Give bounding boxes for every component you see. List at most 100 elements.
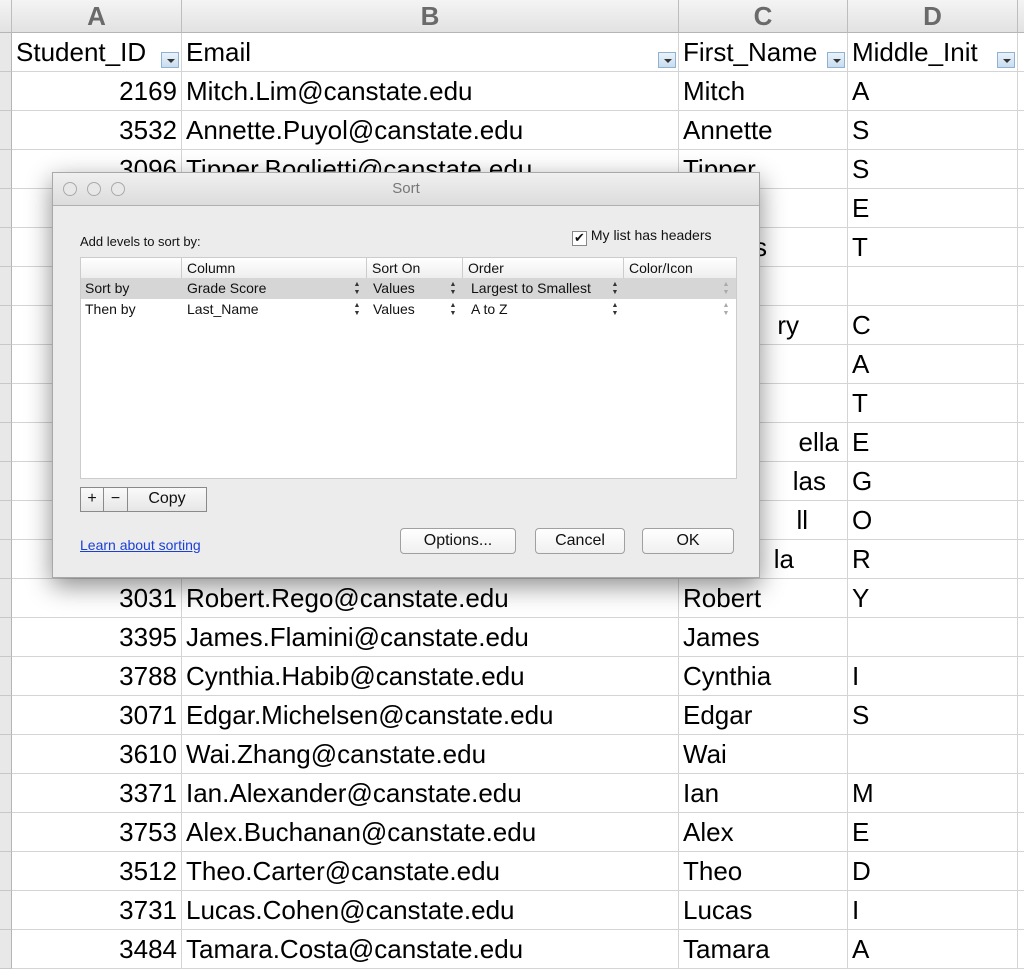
cell[interactable]: Lucas: [679, 891, 848, 930]
sort-level-row[interactable]: Sort by Grade Score Values Largest to Small…: [81, 278, 736, 299]
cell[interactable]: 3484: [12, 930, 182, 969]
row-header[interactable]: [0, 813, 12, 852]
row-header[interactable]: [0, 618, 12, 657]
filter-dropdown-icon[interactable]: [658, 52, 676, 68]
cell[interactable]: [1018, 228, 1024, 267]
cell[interactable]: [1018, 189, 1024, 228]
cell[interactable]: R: [848, 540, 1018, 579]
filter-dropdown-icon[interactable]: [827, 52, 845, 68]
column-header-D[interactable]: D: [848, 0, 1018, 33]
row-header[interactable]: [0, 462, 12, 501]
ok-button[interactable]: OK: [642, 528, 734, 554]
cell[interactable]: 3031: [12, 579, 182, 618]
cell[interactable]: [1018, 72, 1024, 111]
cell[interactable]: Theo: [679, 852, 848, 891]
cell[interactable]: Mitch.Lim@canstate.edu: [182, 72, 679, 111]
cell[interactable]: [1018, 540, 1024, 579]
cell[interactable]: [1018, 891, 1024, 930]
cell[interactable]: E: [848, 813, 1018, 852]
cell[interactable]: S: [848, 111, 1018, 150]
cell[interactable]: Theo.Carter@canstate.edu: [182, 852, 679, 891]
filter-dropdown-icon[interactable]: [997, 52, 1015, 68]
cell[interactable]: 3512: [12, 852, 182, 891]
copy-level-button[interactable]: Copy: [127, 487, 207, 512]
header-cell-D[interactable]: Middle_Init: [848, 33, 1018, 72]
row-header[interactable]: [0, 540, 12, 579]
cell[interactable]: E: [848, 189, 1018, 228]
column-header-A[interactable]: A: [12, 0, 182, 33]
row-header[interactable]: [0, 423, 12, 462]
row-header[interactable]: [0, 72, 12, 111]
row-header[interactable]: [0, 150, 12, 189]
header-cell-C[interactable]: First_Name: [679, 33, 848, 72]
stepper-arrows-icon[interactable]: ▲ ▼: [353, 302, 361, 318]
headers-checkbox[interactable]: ✔ My list has headers: [572, 227, 712, 246]
order-select[interactable]: A to Z: [471, 299, 508, 320]
cell[interactable]: [1018, 267, 1024, 306]
stepper-arrows-icon[interactable]: ▲ ▼: [722, 302, 730, 318]
row-header[interactable]: [0, 267, 12, 306]
row-header[interactable]: [0, 735, 12, 774]
cell[interactable]: [1018, 111, 1024, 150]
header-cell-A[interactable]: Student_ID: [12, 33, 182, 72]
cell[interactable]: Lucas.Cohen@canstate.edu: [182, 891, 679, 930]
cell[interactable]: 2169: [12, 72, 182, 111]
cell[interactable]: [1018, 618, 1024, 657]
cell[interactable]: 3731: [12, 891, 182, 930]
cell[interactable]: [848, 267, 1018, 306]
header-cell-B[interactable]: Email: [182, 33, 679, 72]
row-header[interactable]: [0, 852, 12, 891]
cell[interactable]: [1018, 150, 1024, 189]
cell[interactable]: [1018, 657, 1024, 696]
row-header[interactable]: [0, 891, 12, 930]
cell[interactable]: Ian.Alexander@canstate.edu: [182, 774, 679, 813]
cell[interactable]: E: [848, 423, 1018, 462]
cell[interactable]: [1018, 345, 1024, 384]
column-header-E[interactable]: [1018, 0, 1024, 33]
cell[interactable]: Ian: [679, 774, 848, 813]
cell[interactable]: [1018, 579, 1024, 618]
learn-about-sorting-link[interactable]: Learn about sorting: [80, 537, 201, 553]
filter-dropdown-icon[interactable]: [161, 52, 179, 68]
sort-on-select[interactable]: Values: [373, 299, 415, 320]
row-header[interactable]: [0, 696, 12, 735]
cell[interactable]: Alex.Buchanan@canstate.edu: [182, 813, 679, 852]
column-select[interactable]: Grade Score: [187, 278, 266, 299]
cell[interactable]: James.Flamini@canstate.edu: [182, 618, 679, 657]
cell[interactable]: [848, 735, 1018, 774]
row-header[interactable]: [0, 501, 12, 540]
row-header[interactable]: [0, 306, 12, 345]
cell[interactable]: [848, 618, 1018, 657]
cell[interactable]: [1018, 306, 1024, 345]
cell[interactable]: Cynthia.Habib@canstate.edu: [182, 657, 679, 696]
row-header[interactable]: [0, 111, 12, 150]
select-all-corner[interactable]: [0, 0, 12, 33]
cell[interactable]: Robert.Rego@canstate.edu: [182, 579, 679, 618]
cell[interactable]: Wai: [679, 735, 848, 774]
cell[interactable]: T: [848, 384, 1018, 423]
cell[interactable]: Wai.Zhang@canstate.edu: [182, 735, 679, 774]
cell[interactable]: 3788: [12, 657, 182, 696]
cell[interactable]: S: [848, 150, 1018, 189]
column-select[interactable]: Last_Name: [187, 299, 259, 320]
cell[interactable]: Alex: [679, 813, 848, 852]
column-header-B[interactable]: B: [182, 0, 679, 33]
cell[interactable]: [1018, 852, 1024, 891]
cell[interactable]: [1018, 696, 1024, 735]
cell[interactable]: M: [848, 774, 1018, 813]
options-button[interactable]: Options...: [400, 528, 516, 554]
cell[interactable]: Mitch: [679, 72, 848, 111]
row-header[interactable]: [0, 189, 12, 228]
cell[interactable]: C: [848, 306, 1018, 345]
stepper-arrows-icon[interactable]: ▲ ▼: [611, 302, 619, 318]
cell[interactable]: A: [848, 930, 1018, 969]
cell[interactable]: Edgar: [679, 696, 848, 735]
cell[interactable]: 3395: [12, 618, 182, 657]
row-header[interactable]: [0, 774, 12, 813]
row-header[interactable]: [0, 228, 12, 267]
cell[interactable]: 3371: [12, 774, 182, 813]
cell[interactable]: [1018, 462, 1024, 501]
row-header[interactable]: [0, 657, 12, 696]
add-level-button[interactable]: +: [80, 487, 104, 512]
cell[interactable]: 3532: [12, 111, 182, 150]
